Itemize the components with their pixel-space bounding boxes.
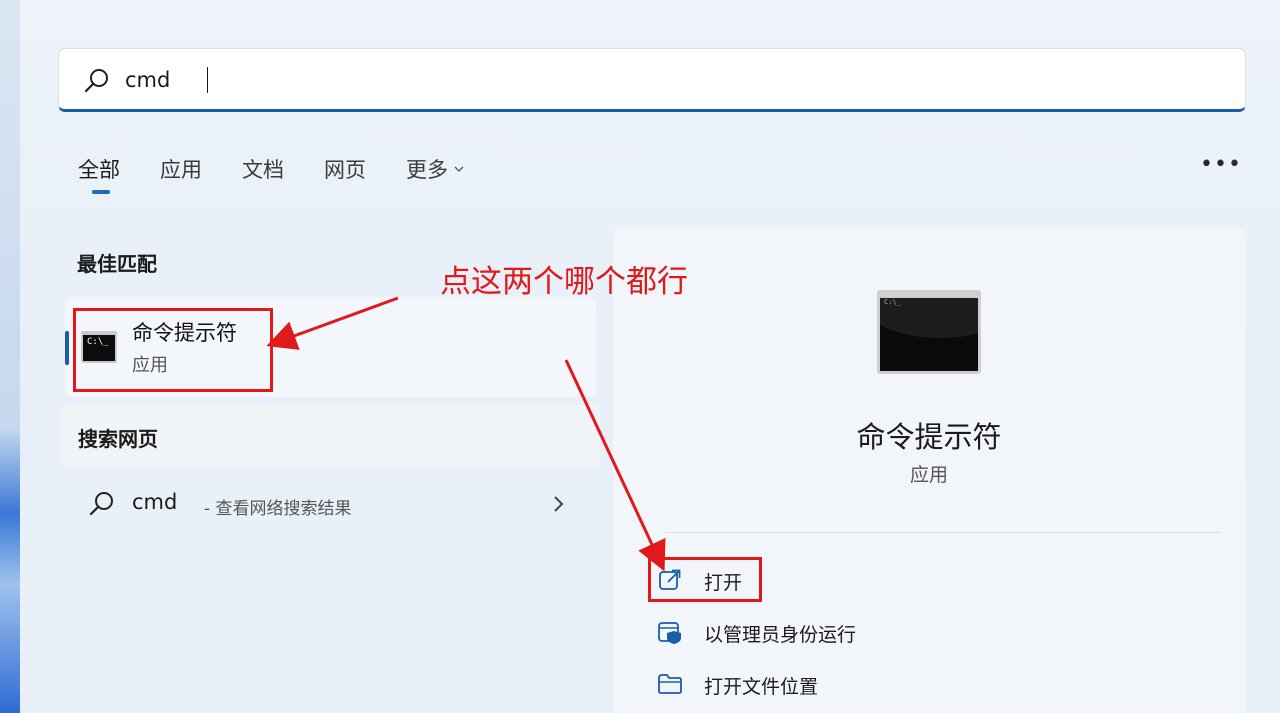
open-file-location-action[interactable]: 打开文件位置 bbox=[657, 664, 1057, 704]
more-options-button[interactable]: ••• bbox=[1200, 150, 1241, 184]
web-result-description: - 查看网络搜索结果 bbox=[204, 499, 352, 519]
annotation-box-open bbox=[648, 557, 762, 602]
run-as-admin-label: 以管理员身份运行 bbox=[704, 624, 857, 646]
active-tab-indicator bbox=[92, 190, 110, 194]
annotation-box-best-match bbox=[73, 308, 273, 392]
annotation-text: 点这两个哪个都行 bbox=[440, 264, 688, 300]
web-result-term: cmd bbox=[132, 490, 178, 514]
web-search-section: 搜索网页 bbox=[60, 405, 600, 467]
tab-documents[interactable]: 文档 bbox=[242, 150, 284, 194]
search-box[interactable] bbox=[58, 48, 1246, 112]
tab-documents-label: 文档 bbox=[242, 158, 284, 182]
tab-web[interactable]: 网页 bbox=[324, 150, 366, 194]
run-as-admin-action[interactable]: 以管理员身份运行 bbox=[657, 612, 1057, 652]
detail-divider bbox=[665, 532, 1221, 533]
chevron-right-icon bbox=[554, 496, 564, 512]
tab-more[interactable]: 更多 bbox=[406, 150, 464, 194]
tab-apps-label: 应用 bbox=[160, 158, 202, 182]
search-input[interactable] bbox=[125, 63, 1205, 97]
tab-all-label: 全部 bbox=[78, 158, 120, 182]
search-icon bbox=[89, 492, 113, 516]
web-search-result[interactable]: cmd - 查看网络搜索结果 bbox=[60, 476, 600, 532]
tab-apps[interactable]: 应用 bbox=[160, 150, 202, 194]
filter-tabs: 全部 应用 文档 网页 更多 bbox=[78, 150, 504, 200]
best-match-heading: 最佳匹配 bbox=[77, 252, 157, 276]
desktop-wallpaper-edge bbox=[0, 0, 20, 713]
folder-icon bbox=[658, 674, 682, 694]
shield-admin-icon bbox=[658, 622, 681, 644]
selection-indicator bbox=[65, 331, 69, 365]
detail-title: 命令提示符 bbox=[856, 420, 1002, 454]
search-icon bbox=[84, 69, 108, 93]
result-detail-panel: C:\_ 命令提示符 应用 打开 以管理员身份运行 打开文件位置 bbox=[613, 228, 1245, 713]
web-search-heading: 搜索网页 bbox=[78, 427, 158, 451]
chevron-down-icon bbox=[454, 166, 464, 172]
open-file-location-label: 打开文件位置 bbox=[704, 676, 819, 698]
tab-more-label: 更多 bbox=[406, 158, 448, 182]
tab-web-label: 网页 bbox=[324, 158, 366, 182]
tab-all[interactable]: 全部 bbox=[78, 150, 120, 194]
detail-subtitle: 应用 bbox=[909, 464, 948, 486]
command-prompt-large-icon-text: C:\_ bbox=[884, 298, 901, 306]
text-caret bbox=[207, 67, 208, 93]
command-prompt-large-icon: C:\_ bbox=[877, 290, 981, 374]
